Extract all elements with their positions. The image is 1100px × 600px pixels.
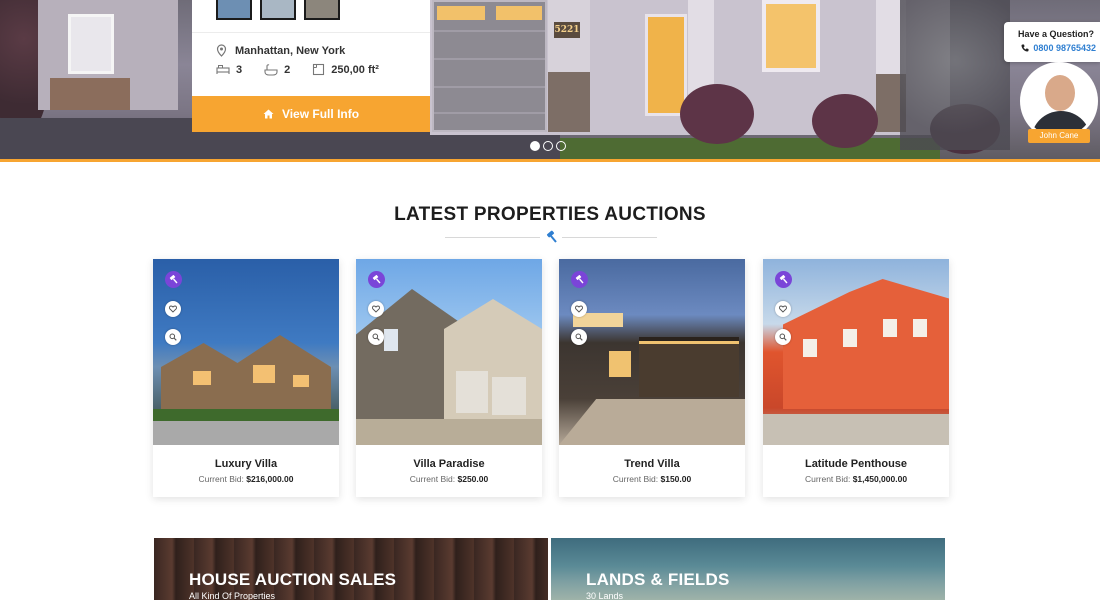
category-banner[interactable]: HOUSE AUCTION SALES All Kind Of Properti… <box>154 538 548 600</box>
slider-dot[interactable] <box>556 141 566 151</box>
slider-dot[interactable] <box>543 141 553 151</box>
gavel-icon <box>779 275 788 284</box>
location-text: Manhattan, New York <box>235 44 346 57</box>
phone-link[interactable]: 0800 98765432 <box>1021 43 1096 53</box>
favorite-button[interactable] <box>775 301 791 317</box>
banner-title[interactable]: LANDS & FIELDS <box>586 570 730 590</box>
hero-shrub <box>812 94 878 148</box>
agent-name-badge[interactable]: John Cane <box>1028 129 1090 143</box>
search-icon <box>779 333 787 341</box>
gavel-icon <box>546 230 557 243</box>
zoom-button[interactable] <box>368 329 384 345</box>
property-info-panel: Manhattan, New York 3 2 250,00 ft² View … <box>192 0 430 132</box>
section-title: LATEST PROPERTIES AUCTIONS <box>394 204 706 225</box>
thumbnail[interactable] <box>304 0 340 20</box>
beds-count: 3 <box>236 63 243 76</box>
thumbnail-strip <box>216 0 340 20</box>
auction-badge[interactable] <box>368 271 385 288</box>
zoom-button[interactable] <box>165 329 181 345</box>
search-icon <box>372 333 380 341</box>
zoom-button[interactable] <box>571 329 587 345</box>
banner-subtitle: 30 Lands <box>586 591 624 600</box>
property-image[interactable] <box>356 259 542 445</box>
current-bid: Current Bid: $216,000.00 <box>198 474 294 484</box>
phone-icon <box>1021 44 1029 52</box>
property-card[interactable]: Trend Villa Current Bid: $150.00 <box>559 259 745 497</box>
property-name[interactable]: Latitude Penthouse <box>763 458 949 470</box>
heart-icon <box>779 305 787 313</box>
property-name[interactable]: Trend Villa <box>559 458 745 470</box>
gavel-icon <box>575 275 584 284</box>
auction-badge[interactable] <box>165 271 182 288</box>
banner-subtitle: All Kind Of Properties <box>189 591 276 600</box>
view-full-info-button[interactable]: View Full Info <box>192 96 430 132</box>
baths-count: 2 <box>284 63 291 76</box>
auction-badge[interactable] <box>775 271 792 288</box>
hero-door <box>645 14 687 116</box>
favorite-button[interactable] <box>368 301 384 317</box>
property-name[interactable]: Luxury Villa <box>153 458 339 470</box>
property-image[interactable] <box>559 259 745 445</box>
hero-accent-line <box>0 159 1100 162</box>
property-image[interactable] <box>153 259 339 445</box>
favorite-button[interactable] <box>571 301 587 317</box>
zoom-button[interactable] <box>775 329 791 345</box>
bed-icon <box>216 65 230 74</box>
search-icon <box>169 333 177 341</box>
banner-title[interactable]: HOUSE AUCTION SALES <box>189 570 396 590</box>
hero-garage-window <box>496 6 542 20</box>
view-full-info-label: View Full Info <box>281 107 360 121</box>
property-card[interactable]: Luxury Villa Current Bid: $216,000.00 <box>153 259 339 497</box>
hero-pillar-stone <box>548 72 590 132</box>
hero-slider: 5221 Manhattan, New York 3 2 250,00 ft² <box>0 0 1100 162</box>
thumbnail[interactable] <box>260 0 296 20</box>
question-label: Have a Question? <box>1017 29 1094 39</box>
gavel-icon <box>372 275 381 284</box>
current-bid: Current Bid: $150.00 <box>612 474 692 484</box>
current-bid: Current Bid: $1,450,000.00 <box>804 474 908 484</box>
hero-left-window <box>68 14 114 74</box>
question-card[interactable]: Have a Question? 0800 98765432 <box>1004 22 1100 62</box>
title-divider-left <box>445 237 540 238</box>
title-divider-right <box>562 237 657 238</box>
current-bid: Current Bid: $250.00 <box>409 474 489 484</box>
heart-icon <box>575 305 583 313</box>
gavel-icon <box>169 275 178 284</box>
search-icon <box>575 333 583 341</box>
bath-icon <box>264 63 278 76</box>
area-value: 250,00 ft² <box>331 63 379 76</box>
slider-dots <box>530 141 566 151</box>
auction-badge[interactable] <box>571 271 588 288</box>
favorite-button[interactable] <box>165 301 181 317</box>
property-location: Manhattan, New York <box>216 44 345 57</box>
hero-left-base <box>50 78 130 110</box>
hero-tree <box>900 0 1010 150</box>
area-icon <box>313 63 325 76</box>
heart-icon <box>372 305 380 313</box>
slider-dot[interactable] <box>530 141 540 151</box>
category-banner[interactable]: LANDS & FIELDS 30 Lands <box>551 538 945 600</box>
thumbnail[interactable] <box>216 0 252 20</box>
property-card[interactable]: Latitude Penthouse Current Bid: $1,450,0… <box>763 259 949 497</box>
property-stats: 3 2 250,00 ft² <box>216 63 379 76</box>
home-icon <box>263 109 274 119</box>
location-pin-icon <box>216 44 227 57</box>
hero-window <box>762 0 820 72</box>
heart-icon <box>169 305 177 313</box>
hero-garage-window <box>437 6 485 20</box>
house-number-plate: 5221 <box>554 22 580 38</box>
property-image[interactable] <box>763 259 949 445</box>
hero-shrub <box>680 84 754 144</box>
phone-number: 0800 98765432 <box>1033 43 1096 53</box>
divider <box>192 32 430 33</box>
property-card[interactable]: Villa Paradise Current Bid: $250.00 <box>356 259 542 497</box>
property-name[interactable]: Villa Paradise <box>356 458 542 470</box>
